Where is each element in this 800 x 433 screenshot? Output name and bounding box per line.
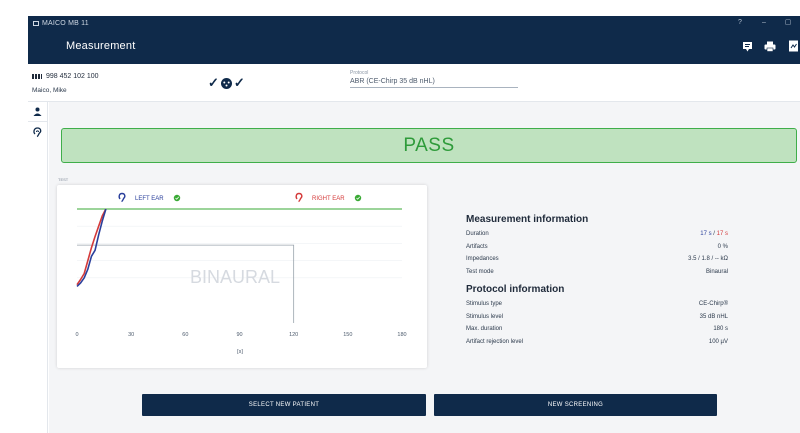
maximize-button[interactable]: ▢ (776, 16, 800, 30)
x-tick-label: 180 (397, 332, 406, 338)
x-tick-label: 0 (75, 332, 78, 338)
right-ear-ok-icon (354, 194, 362, 202)
info-value: 100 µV (708, 338, 728, 345)
left-ear-label: LEFT EAR (135, 196, 164, 202)
select-new-patient-button[interactable]: SELECT NEW PATIENT (142, 394, 426, 416)
info-value: 0 % (717, 243, 728, 250)
minimize-button[interactable]: – (752, 16, 776, 30)
info-section: Measurement information Duration 17 s / … (466, 214, 728, 351)
app-header: Measurement (28, 30, 800, 64)
left-ear-ok-icon (173, 194, 181, 202)
result-banner: PASS (61, 128, 797, 163)
info-label: Artifacts (466, 243, 488, 250)
info-value: 35 dB nHL (699, 313, 728, 320)
x-axis-ticks: 0 30 60 90 120 150 180 (75, 332, 406, 338)
info-row-max-duration: Max. duration 180 s (466, 326, 728, 339)
info-label: Stimulus level (466, 313, 504, 320)
info-row-duration: Duration 17 s / 17 s (466, 231, 728, 244)
window-controls: ? – ▢ (728, 16, 800, 30)
ear-icon (33, 126, 42, 137)
info-label: Max. duration (466, 326, 503, 332)
x-axis-unit: [s] (237, 349, 243, 355)
duration-left-value: 17 s (700, 231, 712, 237)
info-value: 3.5 / 1.8 / -- kΩ (688, 256, 728, 262)
info-row-artifacts: Artifacts 0 % (466, 244, 728, 257)
right-ear-legend: RIGHT EAR (295, 192, 362, 203)
app-logo-icon (33, 20, 39, 26)
info-label: Artifact rejection level (466, 338, 524, 345)
protocol-field[interactable]: Protocol ABR (CE-Chirp 35 dB nHL) (350, 70, 518, 88)
info-value: CE-Chirp® (698, 301, 728, 307)
patient-id: 998 452 102 100 (46, 73, 99, 80)
test-label: TEST (58, 177, 69, 182)
new-screening-button[interactable]: NEW SCREENING (434, 394, 717, 416)
left-ear-icon (118, 192, 126, 203)
info-value: 180 s (713, 326, 728, 332)
left-ear-legend: LEFT EAR (118, 192, 181, 203)
nav-ear[interactable] (28, 122, 47, 142)
page-title: Measurement (66, 40, 136, 52)
report-icon[interactable] (740, 39, 754, 53)
protocol-value: ABR (CE-Chirp 35 dB nHL) (350, 78, 435, 85)
info-value: 17 s / 17 s (700, 231, 728, 244)
info-label: Test mode (466, 268, 494, 275)
chart-series (76, 208, 107, 287)
info-row-impedances: Impedances 3.5 / 1.8 / -- kΩ (466, 256, 728, 269)
right-ear-icon (295, 192, 303, 203)
patient-icon (33, 107, 42, 116)
barcode-icon (32, 74, 42, 79)
export-icon[interactable] (786, 39, 800, 53)
x-tick-label: 150 (343, 332, 352, 338)
x-tick-label: 120 (289, 332, 298, 338)
info-label: Duration (466, 231, 489, 237)
duration-right-value: 17 s (716, 231, 728, 237)
protocol-label: Protocol (350, 70, 369, 76)
measurement-info-heading: Measurement information (466, 214, 589, 225)
patient-id-row: 998 452 102 100 (32, 73, 99, 80)
nav-patient[interactable] (28, 102, 47, 122)
window-title: MAICO MB 11 (42, 19, 89, 27)
app-title: MAICO MB 11 (33, 20, 89, 27)
info-row-artifact-rejection: Artifact rejection level 100 µV (466, 339, 728, 352)
title-bar: MAICO MB 11 ? – ▢ (28, 16, 800, 30)
info-row-stimulus-level: Stimulus level 35 dB nHL (466, 314, 728, 327)
x-tick-label: 30 (128, 332, 134, 338)
patient-name: Maico, Mike (32, 87, 67, 94)
side-nav (28, 102, 48, 433)
binaural-overlay-text: BINAURAL (190, 267, 280, 287)
x-tick-label: 90 (236, 332, 242, 338)
top-margin (0, 0, 800, 16)
print-icon[interactable] (763, 39, 777, 53)
protocol-info-heading: Protocol information (466, 284, 565, 295)
x-tick-label: 60 (182, 332, 188, 338)
screening-chart: LEFT EAR RIGHT EAR BINAURAL 0 30 60 90 120 15… (75, 192, 407, 355)
check-left-icon: ✓ (208, 75, 219, 90)
electrode-check-status: ✓ ✓ (208, 75, 245, 91)
result-text: PASS (403, 134, 455, 156)
right-ear-series (76, 208, 107, 286)
header-actions (740, 39, 800, 53)
check-right-icon: ✓ (233, 75, 245, 90)
info-row-stimulus-type: Stimulus type CE-Chirp® (466, 301, 728, 314)
help-button[interactable]: ? (728, 16, 752, 30)
app-window: MAICO MB 11 ? – ▢ Measurement 998 452 10… (0, 0, 800, 433)
patient-bar: 998 452 102 100 Maico, Mike ✓ ✓ Protocol… (28, 64, 800, 102)
right-ear-label: RIGHT EAR (312, 196, 345, 202)
chart-card: LEFT EAR RIGHT EAR BINAURAL 0 30 60 90 120 15… (57, 185, 427, 368)
info-value: Binaural (705, 268, 728, 275)
info-label: Stimulus type (466, 301, 503, 307)
electrode-head-icon (220, 77, 232, 89)
info-row-test-mode: Test mode Binaural (466, 269, 728, 282)
info-label: Impedances (466, 256, 499, 262)
